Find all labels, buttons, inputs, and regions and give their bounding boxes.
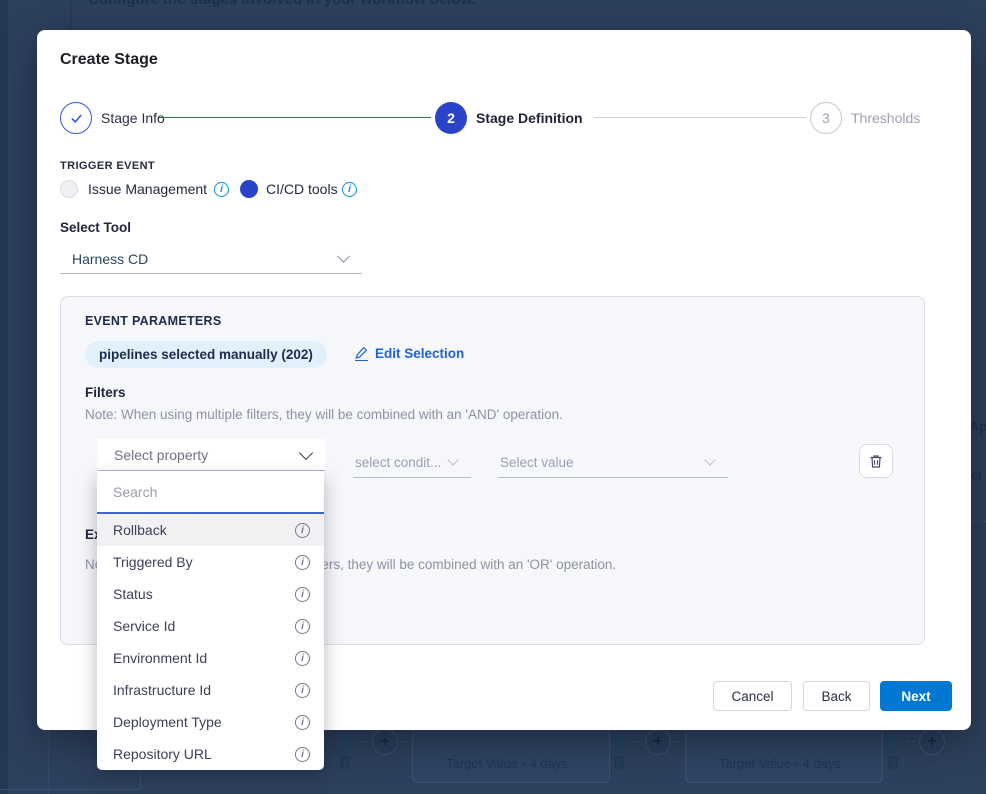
connector-dash — [360, 741, 368, 742]
chevron-down-icon — [337, 250, 350, 263]
background-fragment: Ap — [969, 418, 986, 434]
dropdown-item-triggered-by[interactable]: Triggered By — [97, 546, 324, 578]
step-stage-info-label: Stage Info — [101, 110, 165, 126]
dropdown-item-status[interactable]: Status — [97, 578, 324, 610]
value-select[interactable]: Select value — [498, 447, 728, 478]
background-dashed-line — [972, 521, 986, 522]
edit-icon — [886, 733, 899, 751]
step-number: 2 — [447, 110, 455, 126]
plus-icon — [645, 729, 671, 755]
check-icon — [69, 111, 84, 126]
info-icon[interactable] — [295, 651, 310, 666]
select-tool-label: Select Tool — [60, 220, 131, 235]
step-thresholds-circle[interactable]: 3 — [810, 102, 842, 134]
radio-cicd-tools-label: CI/CD tools — [266, 181, 338, 197]
tool-select-value: Harness CD — [60, 251, 339, 267]
trigger-event-label: TRIGGER EVENT — [60, 160, 155, 172]
dropdown-item-label: Infrastructure Id — [113, 682, 295, 698]
dropdown-item-rollback[interactable]: Rollback — [97, 514, 324, 546]
step-stage-definition-circle[interactable]: 2 — [435, 102, 467, 134]
background-card-label: Target Value - 4 days — [446, 756, 568, 771]
search-input[interactable] — [97, 471, 324, 514]
stepper-connector — [159, 117, 431, 118]
info-icon[interactable] — [295, 619, 310, 634]
connector-dash — [633, 741, 641, 742]
screen: Configure the stages involved in your wo… — [0, 0, 986, 794]
dropdown-item-label: Repository URL — [113, 746, 295, 762]
filters-note: Note: When using multiple filters, they … — [85, 407, 563, 422]
background-fragment: et — [971, 468, 982, 483]
edit-selection-link[interactable]: Edit Selection — [355, 346, 464, 361]
plus-icon — [919, 729, 945, 755]
info-icon[interactable] — [295, 747, 310, 762]
radio-cicd-tools[interactable] — [240, 180, 258, 198]
background-frame-line — [0, 789, 140, 790]
dropdown-item-label: Status — [113, 586, 295, 602]
chevron-down-icon — [447, 454, 458, 465]
step-thresholds-label: Thresholds — [851, 110, 920, 126]
chevron-down-icon — [704, 454, 715, 465]
dropdown-item-label: Triggered By — [113, 554, 295, 570]
dropdown-item-infrastructure-id[interactable]: Infrastructure Id — [97, 674, 324, 706]
connector-dash — [907, 741, 915, 742]
property-select[interactable]: Select property — [98, 439, 325, 471]
tool-select[interactable]: Harness CD — [60, 244, 362, 274]
edit-selection-label: Edit Selection — [375, 346, 464, 361]
background-card-label: Target Value - 4 days — [719, 756, 841, 771]
trash-icon — [886, 755, 900, 770]
radio-issue-management[interactable] — [60, 180, 78, 198]
dropdown-item-environment-id[interactable]: Environment Id — [97, 642, 324, 674]
dropdown-item-label: Rollback — [113, 522, 295, 538]
stepper-connector — [594, 117, 806, 118]
dropdown-item-repository-url[interactable]: Repository URL — [97, 738, 324, 770]
property-select-placeholder: Select property — [98, 447, 301, 463]
create-stage-modal: Create Stage Stage Info 2 Stage Definiti… — [37, 30, 971, 730]
background-divider — [70, 0, 71, 30]
property-dropdown: Rollback Triggered By Status Service Id … — [97, 471, 324, 770]
info-icon[interactable] — [295, 683, 310, 698]
dropdown-item-label: Service Id — [113, 618, 295, 634]
step-number: 3 — [822, 110, 830, 126]
selection-pill: pipelines selected manually (202) — [85, 341, 327, 368]
delete-filter-button[interactable] — [859, 444, 893, 478]
dropdown-item-deployment-type[interactable]: Deployment Type — [97, 706, 324, 738]
cancel-button[interactable]: Cancel — [713, 681, 792, 711]
info-icon[interactable] — [295, 587, 310, 602]
background-heading: Configure the stages involved in your wo… — [88, 0, 476, 8]
edit-icon — [612, 733, 625, 751]
chevron-down-icon — [299, 445, 313, 459]
condition-select[interactable]: select condit... — [353, 447, 471, 478]
trash-icon — [338, 755, 352, 770]
edit-pencil-icon — [355, 346, 368, 361]
connector-dash — [673, 741, 681, 742]
trash-icon — [612, 755, 626, 770]
info-icon[interactable] — [342, 182, 357, 197]
trash-icon — [869, 454, 883, 469]
connector-dash — [400, 741, 408, 742]
edit-icon — [338, 733, 351, 751]
page-title: Create Stage — [60, 51, 158, 69]
info-icon[interactable] — [295, 523, 310, 538]
back-button[interactable]: Back — [803, 681, 870, 711]
plus-icon — [372, 729, 398, 755]
value-select-placeholder: Select value — [498, 455, 706, 470]
condition-select-placeholder: select condit... — [353, 455, 449, 470]
step-stage-info-circle[interactable] — [60, 102, 92, 134]
event-parameters-heading: EVENT PARAMETERS — [85, 314, 222, 328]
step-stage-definition-label: Stage Definition — [476, 110, 583, 126]
filters-heading: Filters — [85, 385, 126, 400]
background-frame-line — [48, 731, 49, 794]
dropdown-item-label: Environment Id — [113, 650, 295, 666]
info-icon[interactable] — [295, 715, 310, 730]
info-icon[interactable] — [214, 182, 229, 197]
background-left-strip — [0, 0, 8, 794]
next-button[interactable]: Next — [880, 681, 952, 711]
dropdown-item-service-id[interactable]: Service Id — [97, 610, 324, 642]
dropdown-item-label: Deployment Type — [113, 714, 295, 730]
radio-issue-management-label: Issue Management — [88, 181, 207, 197]
info-icon[interactable] — [295, 555, 310, 570]
